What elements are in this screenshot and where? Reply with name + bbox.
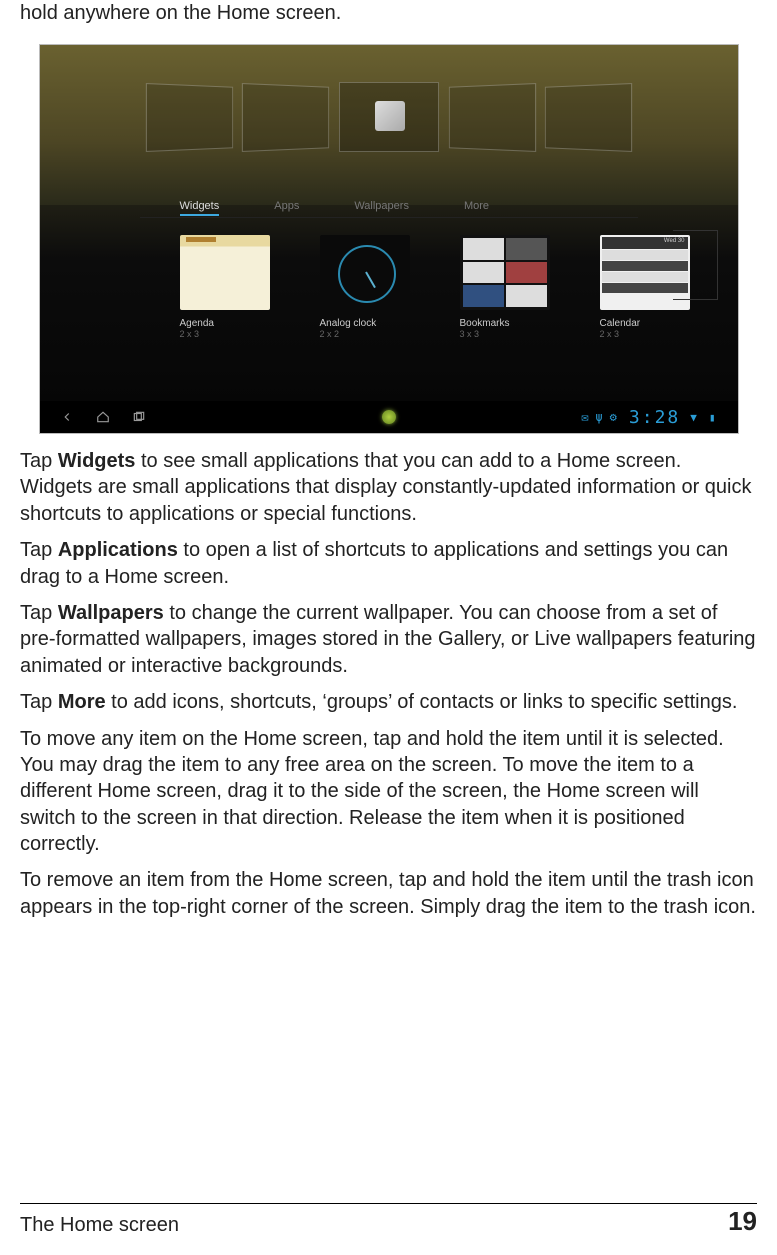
paragraph-widgets: Tap Widgets to see small applications th… [20, 448, 757, 527]
recent-apps-icon[interactable] [132, 410, 146, 424]
system-bar: ✉ ψ ⚙ 3:28 ▼ ▮ [40, 401, 738, 433]
back-icon[interactable] [60, 410, 74, 424]
status-icons: ✉ ψ ⚙ [581, 410, 619, 424]
page-footer: The Home screen 19 [20, 1203, 757, 1237]
orb-icon [382, 410, 396, 424]
widget-label: Bookmarks [460, 318, 560, 329]
category-tabs: Widgets Apps Wallpapers More [180, 200, 490, 216]
voice-orb[interactable] [382, 410, 396, 424]
widget-label: Agenda [180, 318, 280, 329]
widget-bookmarks[interactable]: Bookmarks 3 x 3 [460, 235, 560, 339]
body-text: Tap Widgets to see small applications th… [20, 448, 757, 920]
panel-5 [544, 83, 631, 152]
bookmarks-preview-icon [460, 235, 550, 310]
paragraph-wallpapers: Tap Wallpapers to change the current wal… [20, 600, 757, 679]
screenshot-figure: Widgets Apps Wallpapers More Agenda 2 x … [39, 44, 739, 434]
panel-4 [448, 83, 535, 152]
widget-label: Analog clock [320, 318, 420, 329]
widget-label: Calendar [600, 318, 700, 329]
panel-center [339, 82, 439, 152]
page-number: 19 [728, 1206, 757, 1237]
footer-section-title: The Home screen [20, 1214, 179, 1237]
usb-icon: ψ [595, 410, 604, 424]
battery-icon: ▮ [709, 411, 718, 424]
settings-icon: ⚙ [610, 410, 619, 424]
tab-divider [140, 217, 638, 218]
clock-preview-icon [320, 235, 410, 310]
home-icon[interactable] [96, 410, 110, 424]
paragraph-remove: To remove an item from the Home screen, … [20, 867, 757, 920]
widget-agenda[interactable]: Agenda 2 x 3 [180, 235, 280, 339]
status-area: ✉ ψ ⚙ 3:28 ▼ ▮ [581, 407, 717, 428]
widgets-row: Agenda 2 x 3 Analog clock 2 x 2 Bookmark… [180, 235, 700, 339]
paragraph-move: To move any item on the Home screen, tap… [20, 726, 757, 858]
widget-dimensions: 2 x 3 [180, 329, 280, 339]
paragraph-more: Tap More to add icons, shortcuts, ‘group… [20, 689, 757, 715]
intro-text: hold anywhere on the Home screen. [20, 0, 757, 36]
panel-2 [241, 83, 328, 152]
tab-apps[interactable]: Apps [274, 200, 299, 216]
wifi-icon: ▼ [690, 411, 699, 424]
nav-buttons [60, 410, 146, 424]
tab-wallpapers[interactable]: Wallpapers [354, 200, 409, 216]
tab-more[interactable]: More [464, 200, 489, 216]
agenda-preview-icon [180, 235, 270, 310]
right-frame-decoration [673, 230, 718, 300]
paragraph-applications: Tap Applications to open a list of short… [20, 537, 757, 590]
homescreen-panels [147, 85, 631, 152]
panel-center-widget-icon [375, 101, 405, 131]
tab-widgets[interactable]: Widgets [180, 200, 220, 216]
panel-1 [145, 83, 232, 152]
widget-analog-clock[interactable]: Analog clock 2 x 2 [320, 235, 420, 339]
notification-icon: ✉ [581, 410, 590, 424]
clock-time: 3:28 [629, 407, 680, 428]
widget-dimensions: 2 x 2 [320, 329, 420, 339]
widget-dimensions: 2 x 3 [600, 329, 700, 339]
widget-dimensions: 3 x 3 [460, 329, 560, 339]
